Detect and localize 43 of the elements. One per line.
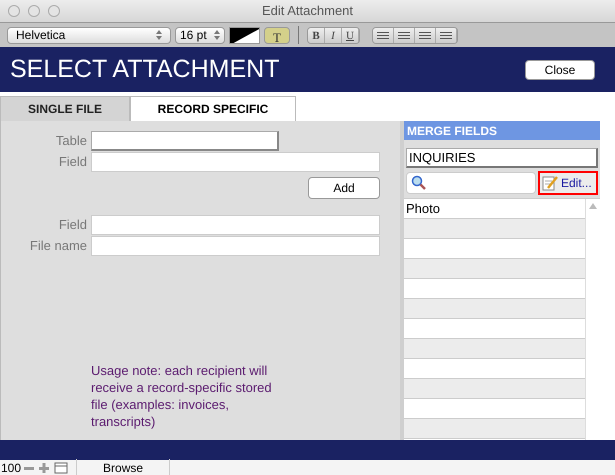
window-control-icon[interactable] [28, 5, 40, 17]
align-button[interactable] [373, 28, 394, 42]
align-button[interactable] [415, 28, 436, 42]
scrollbar[interactable] [585, 199, 600, 440]
window-control-icon[interactable] [48, 5, 60, 17]
field-label: File name [28, 237, 87, 256]
search-field[interactable] [406, 172, 536, 194]
table-popup[interactable] [91, 131, 279, 151]
edit-button[interactable]: Edit... [538, 171, 598, 195]
tab[interactable]: SINGLE FILE [0, 96, 130, 121]
scroll-up-icon[interactable] [589, 203, 597, 209]
text-field[interactable] [91, 215, 380, 235]
field-label: Field [58, 216, 87, 234]
style-button[interactable]: U [342, 28, 359, 42]
align-button[interactable] [394, 28, 415, 42]
style-button[interactable]: I [325, 28, 342, 42]
text-color-button[interactable]: T [264, 26, 290, 44]
stepper-arrows-icon [214, 30, 220, 40]
color-swatch-icon[interactable] [229, 26, 260, 44]
usage-note: Usage note: each recipient will receive a record-specific stored file (examples: invoices, transcripts) [91, 362, 273, 430]
merge-fields-header: MERGE FIELDS [404, 121, 600, 140]
toolbar-toggle-icon[interactable] [54, 462, 68, 474]
text-field[interactable] [91, 236, 380, 256]
text-field[interactable] [91, 152, 380, 172]
stepper-arrows-icon [156, 30, 162, 40]
header-title: SELECT ATTACHMENT [10, 54, 280, 85]
field-label: Field [58, 153, 87, 172]
window-control-icon[interactable] [8, 5, 20, 17]
mode-label[interactable]: Browse [76, 458, 170, 475]
table-popup[interactable]: INQUIRIES [406, 148, 598, 168]
close-button[interactable]: Close [525, 60, 595, 80]
window-title: Edit Attachment [262, 2, 354, 20]
font-popup[interactable]: Helvetica [7, 26, 171, 44]
search-icon [411, 175, 427, 191]
zoom-in-icon[interactable] [38, 462, 50, 474]
add-button[interactable]: Add [308, 177, 380, 199]
align-button[interactable] [436, 28, 457, 42]
tab[interactable]: RECORD SPECIFIC [130, 96, 296, 121]
field-label: Table [54, 132, 87, 150]
zoom-level[interactable]: 100 [0, 458, 22, 475]
style-button[interactable]: B [308, 28, 325, 42]
size-popup[interactable]: 16 pt [175, 26, 225, 44]
notepad-pencil-icon [542, 175, 558, 191]
